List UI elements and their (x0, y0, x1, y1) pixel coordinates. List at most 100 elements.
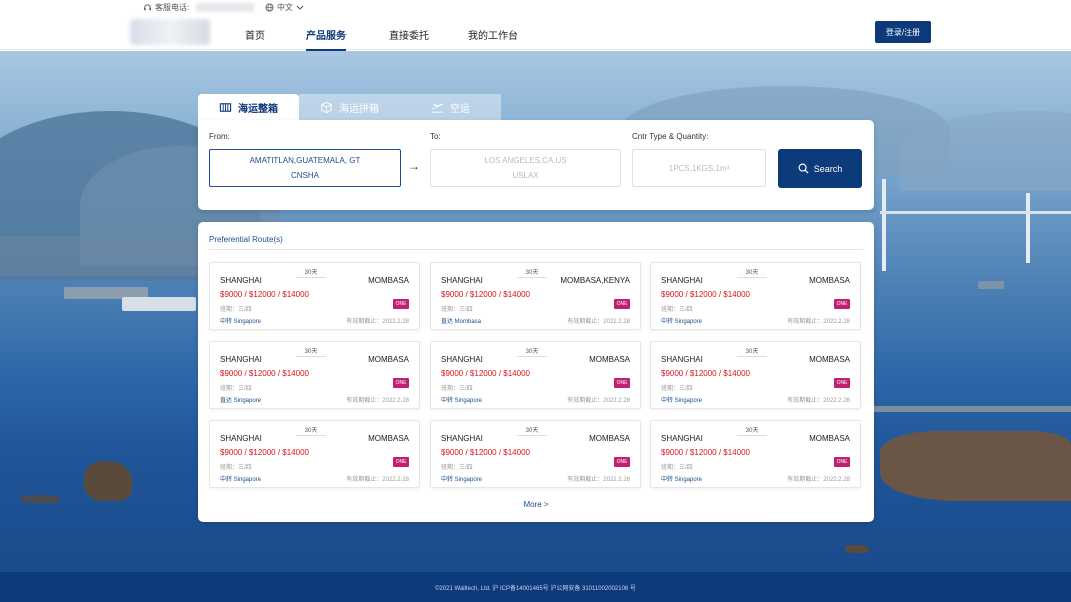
transit-info: 中转 Singapore (441, 395, 482, 404)
origin-port: SHANGHAI (661, 276, 703, 285)
divider (209, 249, 863, 250)
nav-my-workspace[interactable]: 我的工作台 (468, 27, 518, 42)
route-price: $9000 / $12000 / $14000 (441, 290, 530, 299)
route-price: $9000 / $12000 / $14000 (661, 369, 750, 378)
search-icon (798, 163, 809, 174)
rock (20, 495, 60, 503)
transit-info: 中转 Singapore (220, 474, 261, 483)
carrier-badge: ONE (614, 299, 630, 309)
route-card[interactable]: 30天 SHANGHAI MOMBASA,KENYA $9000 / $1200… (430, 262, 641, 330)
origin-port: SHANGHAI (220, 355, 262, 364)
nav-home[interactable]: 首页 (245, 27, 265, 42)
transit-days: 30天 (517, 425, 547, 436)
cntr-quantity-label: Cntr Type & Quantity: (632, 132, 708, 141)
sailing-schedule: 班期：三/四 (220, 383, 252, 392)
transit-days: 30天 (737, 425, 767, 436)
destination-port: MOMBASA (368, 355, 409, 364)
tab-label: 海运拼箱 (339, 100, 379, 115)
language-label: 中文 (277, 2, 293, 13)
login-register-button[interactable]: 登录/注册 (875, 21, 931, 43)
transit-info: 中转 Singapore (661, 474, 702, 483)
destination-port: MOMBASA (809, 434, 850, 443)
destination-port: MOMBASA,KENYA (560, 276, 630, 285)
route-price: $9000 / $12000 / $14000 (661, 448, 750, 457)
transit-info: 中转 Singapore (661, 316, 702, 325)
nav-direct-booking[interactable]: 直接委托 (389, 27, 429, 42)
sailing-schedule: 班期：三/四 (661, 383, 693, 392)
transit-days: 30天 (517, 346, 547, 357)
transit-days: 30天 (296, 267, 326, 278)
search-button[interactable]: Search (778, 149, 862, 188)
language-switcher[interactable]: 中文 (265, 2, 304, 13)
carrier-badge: ONE (393, 299, 409, 309)
tab-ocean-fcl[interactable]: 海运整箱 (198, 94, 299, 121)
cntr-quantity-input[interactable]: 1PCS,1KGS,1m³ (632, 149, 766, 187)
carrier-badge: ONE (834, 299, 850, 309)
origin-port: SHANGHAI (661, 355, 703, 364)
ship (978, 281, 1004, 289)
transit-days: 30天 (737, 346, 767, 357)
route-price: $9000 / $12000 / $14000 (220, 369, 309, 378)
customer-service-phone: 客服电话: (143, 2, 254, 13)
bridge-deck (880, 211, 1071, 214)
transit-days: 30天 (737, 267, 767, 278)
nav-products-services[interactable]: 产品服务 (306, 27, 346, 42)
origin-port: SHANGHAI (220, 276, 262, 285)
ship (122, 297, 196, 311)
tab-label: 空运 (450, 100, 470, 115)
route-card[interactable]: 30天 SHANGHAI MOMBASA $9000 / $12000 / $1… (209, 420, 420, 488)
route-price: $9000 / $12000 / $14000 (441, 448, 530, 457)
transit-info: 中转 Singapore (661, 395, 702, 404)
route-card[interactable]: 30天 SHANGHAI MOMBASA $9000 / $12000 / $1… (650, 341, 861, 409)
sailing-schedule: 班期：三/四 (220, 304, 252, 313)
route-card[interactable]: 30天 SHANGHAI MOMBASA $9000 / $12000 / $1… (209, 262, 420, 330)
sailing-schedule: 班期：三/四 (441, 383, 473, 392)
destination-port: MOMBASA (809, 355, 850, 364)
to-input[interactable]: LOS ANGELES,CA,US USLAX (430, 149, 621, 187)
transit-days: 30天 (517, 267, 547, 278)
carrier-badge: ONE (834, 457, 850, 467)
tab-air-freight[interactable]: 空运 (400, 94, 501, 121)
from-input[interactable]: AMATITLAN,GUATEMALA, GT CNSHA (209, 149, 401, 187)
tab-ocean-lcl[interactable]: 海运拼箱 (299, 94, 400, 121)
rock (845, 545, 869, 553)
route-card[interactable]: 30天 SHANGHAI MOMBASA $9000 / $12000 / $1… (430, 420, 641, 488)
valid-until: 有效期截止：2022.2.28 (787, 395, 850, 404)
transit-days: 30天 (296, 425, 326, 436)
route-card[interactable]: 30天 SHANGHAI MOMBASA $9000 / $12000 / $1… (430, 341, 641, 409)
from-value-line2: CNSHA (291, 168, 319, 183)
cntr-quantity-placeholder: 1PCS,1KGS,1m³ (669, 161, 729, 176)
company-logo[interactable] (130, 19, 210, 45)
route-card[interactable]: 30天 SHANGHAI MOMBASA $9000 / $12000 / $1… (209, 341, 420, 409)
route-price: $9000 / $12000 / $14000 (661, 290, 750, 299)
phone-label: 客服电话: (155, 2, 189, 13)
chevron-down-icon (296, 5, 304, 11)
container-icon (219, 101, 232, 114)
carrier-badge: ONE (834, 378, 850, 388)
origin-port: SHANGHAI (441, 434, 483, 443)
to-value-line2: USLAX (512, 168, 538, 183)
routes-title: Preferential Route(s) (209, 235, 283, 244)
valid-until: 有效期截止：2022.2.28 (346, 474, 409, 483)
valid-until: 有效期截止：2022.2.28 (787, 474, 850, 483)
tab-label: 海运整箱 (238, 100, 278, 115)
route-card[interactable]: 30天 SHANGHAI MOMBASA $9000 / $12000 / $1… (650, 262, 861, 330)
valid-until: 有效期截止：2022.2.28 (346, 395, 409, 404)
origin-port: SHANGHAI (661, 434, 703, 443)
carrier-badge: ONE (393, 457, 409, 467)
transit-info: 中转 Singapore (441, 474, 482, 483)
more-link[interactable]: More > (198, 500, 874, 509)
sailing-schedule: 班期：三/四 (441, 462, 473, 471)
carrier-badge: ONE (614, 457, 630, 467)
route-price: $9000 / $12000 / $14000 (220, 290, 309, 299)
origin-port: SHANGHAI (441, 355, 483, 364)
pier (870, 406, 1071, 412)
route-card[interactable]: 30天 SHANGHAI MOMBASA $9000 / $12000 / $1… (650, 420, 861, 488)
valid-until: 有效期截止：2022.2.28 (567, 316, 630, 325)
to-label: To: (430, 132, 441, 141)
destination-port: MOMBASA (368, 276, 409, 285)
transport-mode-tabs: 海运整箱 海运拼箱 空运 (198, 94, 501, 121)
valid-until: 有效期截止：2022.2.28 (567, 395, 630, 404)
globe-icon (265, 3, 274, 12)
valid-until: 有效期截止：2022.2.28 (567, 474, 630, 483)
